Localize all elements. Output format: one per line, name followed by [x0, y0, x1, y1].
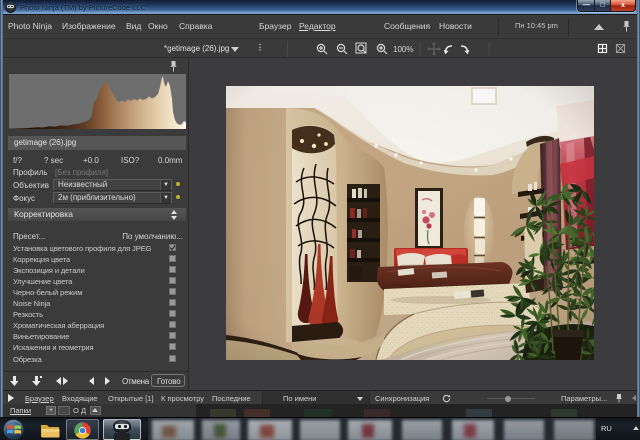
svg-text:100%: 100%: [393, 45, 413, 54]
